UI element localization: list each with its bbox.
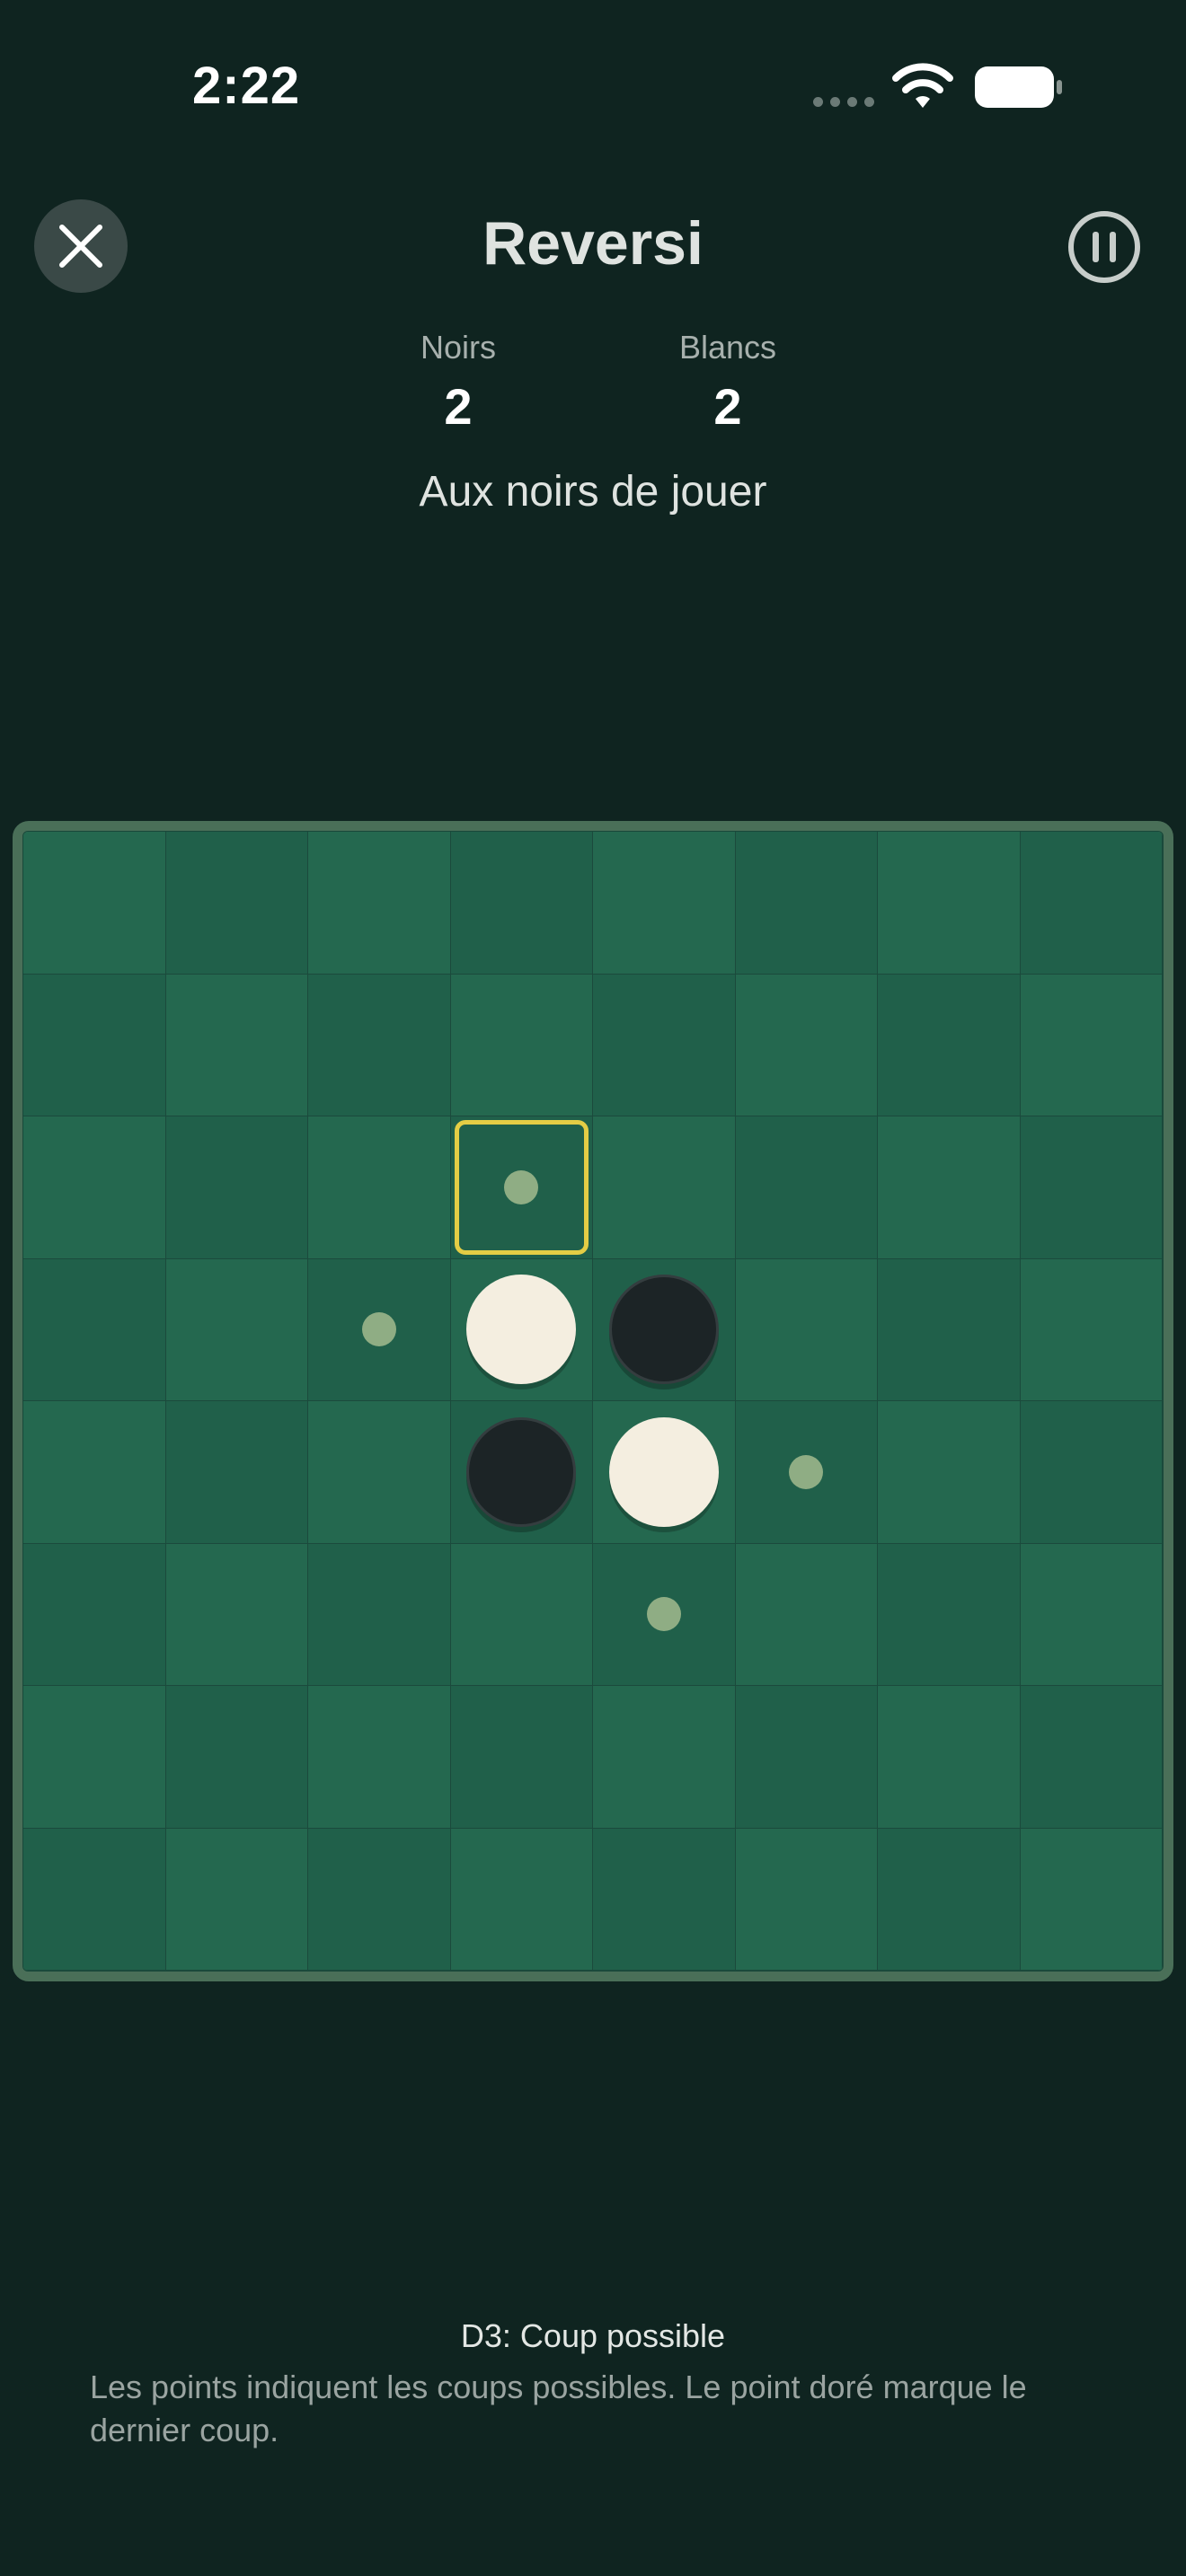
board-cell-b7[interactable]: [165, 1686, 308, 1829]
board-cell-c5[interactable]: [308, 1401, 451, 1544]
board-cell-a7[interactable]: [23, 1686, 166, 1829]
board-cell-e4[interactable]: [593, 1258, 736, 1401]
board-cell-e8[interactable]: [593, 1828, 736, 1971]
game-board: [22, 831, 1164, 1972]
score-white: Blancs 2: [638, 329, 818, 436]
board-cell-g2[interactable]: [878, 974, 1021, 1116]
board-cell-a2[interactable]: [23, 974, 166, 1116]
board-cell-d6[interactable]: [450, 1543, 593, 1686]
possible-move-dot: [504, 1169, 539, 1204]
board-cell-b1[interactable]: [165, 832, 308, 975]
board-cell-f5[interactable]: [735, 1401, 878, 1544]
board-cell-e7[interactable]: [593, 1686, 736, 1829]
turn-indicator: Aux noirs de jouer: [419, 468, 767, 516]
score-black: Noirs 2: [368, 329, 548, 436]
page-title: Reversi: [482, 209, 704, 278]
score-white-label: Blancs: [678, 329, 777, 366]
possible-move-dot: [646, 1597, 681, 1632]
board-cell-b4[interactable]: [165, 1258, 308, 1401]
board-cell-h1[interactable]: [1020, 832, 1163, 975]
board-cell-c2[interactable]: [308, 974, 451, 1116]
board-cell-a5[interactable]: [23, 1401, 166, 1544]
board-cell-f4[interactable]: [735, 1258, 878, 1401]
board-cell-g7[interactable]: [878, 1686, 1021, 1829]
board-cell-e5[interactable]: [593, 1401, 736, 1544]
board-cell-b5[interactable]: [165, 1401, 308, 1544]
board-cell-f2[interactable]: [735, 974, 878, 1116]
status-time: 2:22: [192, 57, 301, 115]
board-cell-g4[interactable]: [878, 1258, 1021, 1401]
board-cell-g5[interactable]: [878, 1401, 1021, 1544]
board-cell-h2[interactable]: [1020, 974, 1163, 1116]
score-black-label: Noirs: [420, 329, 496, 366]
board-cell-g8[interactable]: [878, 1828, 1021, 1971]
board-cell-d3[interactable]: [450, 1116, 593, 1259]
board-cell-f3[interactable]: [735, 1116, 878, 1259]
score-white-value: 2: [713, 378, 742, 435]
board-cell-f7[interactable]: [735, 1686, 878, 1829]
white-piece: [466, 1275, 577, 1385]
move-info: D3: Coup possible: [460, 2317, 726, 2354]
board-cell-a3[interactable]: [23, 1116, 166, 1259]
board-cell-f6[interactable]: [735, 1543, 878, 1686]
pause-button[interactable]: [1067, 210, 1141, 284]
board-cell-h6[interactable]: [1020, 1543, 1163, 1686]
board-cell-c1[interactable]: [308, 832, 451, 975]
board-cell-c6[interactable]: [308, 1543, 451, 1686]
board-cell-d7[interactable]: [450, 1686, 593, 1829]
black-piece: [608, 1275, 719, 1385]
board-cell-e1[interactable]: [593, 832, 736, 975]
wifi-icon: [892, 63, 953, 108]
board-cell-e2[interactable]: [593, 974, 736, 1116]
status-bar: 2:22: [0, 0, 1186, 171]
possible-move-dot: [789, 1454, 824, 1489]
board-cell-a4[interactable]: [23, 1258, 166, 1401]
board-cell-d5[interactable]: [450, 1401, 593, 1544]
board-cell-b3[interactable]: [165, 1116, 308, 1259]
board-cell-d1[interactable]: [450, 832, 593, 975]
board-cell-g1[interactable]: [878, 832, 1021, 975]
board-cell-b6[interactable]: [165, 1543, 308, 1686]
board-cell-c7[interactable]: [308, 1686, 451, 1829]
board-cell-d2[interactable]: [450, 974, 593, 1116]
board-cell-c4[interactable]: [308, 1258, 451, 1401]
board-cell-g3[interactable]: [878, 1116, 1021, 1259]
board-cell-h4[interactable]: [1020, 1258, 1163, 1401]
board-cell-d4[interactable]: [450, 1258, 593, 1401]
board-cell-d8[interactable]: [450, 1828, 593, 1971]
possible-move-dot: [361, 1312, 396, 1347]
score-black-value: 2: [444, 378, 473, 435]
board-cell-e3[interactable]: [593, 1116, 736, 1259]
white-piece: [608, 1416, 719, 1527]
board-cell-f1[interactable]: [735, 832, 878, 975]
board-cell-h5[interactable]: [1020, 1401, 1163, 1544]
board-cell-c8[interactable]: [308, 1828, 451, 1971]
battery-icon: [975, 66, 1062, 108]
board-cell-h7[interactable]: [1020, 1686, 1163, 1829]
hint-text: Les points indiquent les coups possibles…: [90, 2369, 1027, 2448]
cellular-signal-icon: [813, 97, 874, 107]
board-cell-h8[interactable]: [1020, 1828, 1163, 1971]
board-frame: [13, 821, 1173, 1981]
board-cell-b2[interactable]: [165, 974, 308, 1116]
board-cell-g6[interactable]: [878, 1543, 1021, 1686]
board-cell-a1[interactable]: [23, 832, 166, 975]
board-cell-b8[interactable]: [165, 1828, 308, 1971]
black-piece: [466, 1416, 577, 1527]
board-cell-h3[interactable]: [1020, 1116, 1163, 1259]
board-cell-c3[interactable]: [308, 1116, 451, 1259]
board-cell-e6[interactable]: [593, 1543, 736, 1686]
board-cell-a8[interactable]: [23, 1828, 166, 1971]
board-cell-f8[interactable]: [735, 1828, 878, 1971]
board-cell-a6[interactable]: [23, 1543, 166, 1686]
